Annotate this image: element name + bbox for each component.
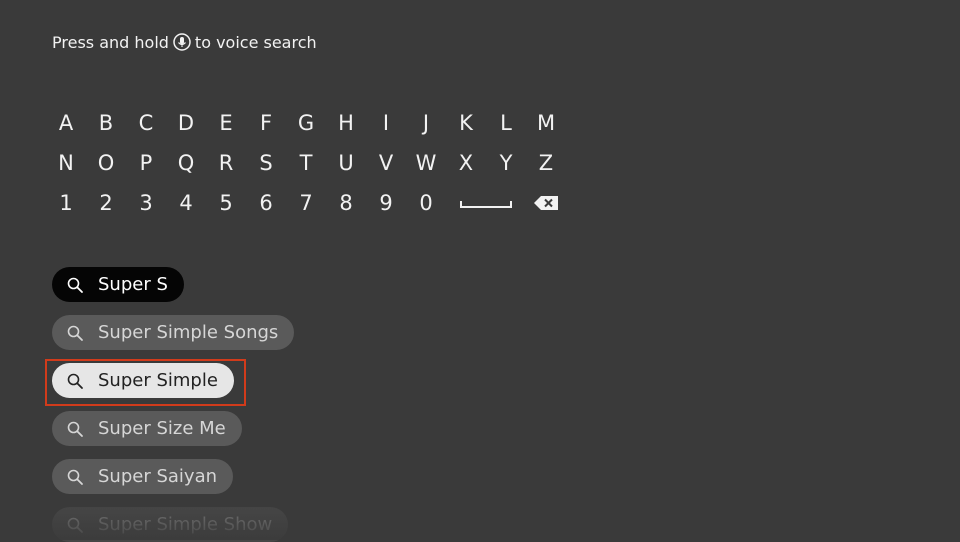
key-w[interactable]: W (406, 143, 446, 183)
suggestion-item[interactable]: Super Simple Songs (52, 315, 295, 350)
backspace-icon (534, 196, 558, 210)
key-t[interactable]: T (286, 143, 326, 183)
hint-text-before: Press and hold (52, 32, 169, 52)
suggestion-item[interactable]: Super Size Me (52, 411, 242, 446)
suggestion-label: Super Simple Songs (98, 322, 279, 343)
suggestion-item[interactable]: Super Saiyan (52, 459, 234, 494)
search-icon (66, 372, 84, 390)
key-6[interactable]: 6 (246, 183, 286, 223)
key-x[interactable]: X (446, 143, 486, 183)
key-e[interactable]: E (206, 103, 246, 143)
space-icon (460, 200, 512, 208)
suggestion-label: Super Size Me (98, 418, 226, 439)
key-j[interactable]: J (406, 103, 446, 143)
suggestion-label: Super Simple Show (98, 514, 273, 535)
search-query-pill[interactable]: Super S (52, 267, 184, 302)
space-key[interactable] (446, 183, 526, 223)
key-p[interactable]: P (126, 143, 166, 183)
suggestion-label: Super S (98, 274, 168, 295)
key-0[interactable]: 0 (406, 183, 446, 223)
keyboard-row: ABCDEFGHIJKLM (46, 103, 566, 143)
key-s[interactable]: S (246, 143, 286, 183)
key-i[interactable]: I (366, 103, 406, 143)
key-u[interactable]: U (326, 143, 366, 183)
backspace-key[interactable] (526, 183, 566, 223)
search-icon (66, 276, 84, 294)
keyboard-row: NOPQRSTUVWXYZ (46, 143, 566, 183)
search-icon (66, 420, 84, 438)
key-z[interactable]: Z (526, 143, 566, 183)
key-c[interactable]: C (126, 103, 166, 143)
key-n[interactable]: N (46, 143, 86, 183)
key-g[interactable]: G (286, 103, 326, 143)
hint-text-after: to voice search (194, 32, 317, 52)
search-icon (66, 324, 84, 342)
key-2[interactable]: 2 (86, 183, 126, 223)
key-9[interactable]: 9 (366, 183, 406, 223)
key-1[interactable]: 1 (46, 183, 86, 223)
key-3[interactable]: 3 (126, 183, 166, 223)
key-r[interactable]: R (206, 143, 246, 183)
keyboard-row: 1234567890 (46, 183, 566, 223)
key-m[interactable]: M (526, 103, 566, 143)
suggestion-item[interactable]: Super Simple (52, 363, 234, 398)
search-icon (66, 516, 84, 534)
key-o[interactable]: O (86, 143, 126, 183)
voice-search-hint: Press and hold to voice search (52, 31, 317, 53)
key-5[interactable]: 5 (206, 183, 246, 223)
suggestion-item[interactable]: Super Simple Show (52, 507, 289, 542)
key-f[interactable]: F (246, 103, 286, 143)
key-7[interactable]: 7 (286, 183, 326, 223)
key-a[interactable]: A (46, 103, 86, 143)
key-y[interactable]: Y (486, 143, 526, 183)
key-d[interactable]: D (166, 103, 206, 143)
key-k[interactable]: K (446, 103, 486, 143)
search-icon (66, 468, 84, 486)
key-h[interactable]: H (326, 103, 366, 143)
key-v[interactable]: V (366, 143, 406, 183)
key-4[interactable]: 4 (166, 183, 206, 223)
key-b[interactable]: B (86, 103, 126, 143)
key-q[interactable]: Q (166, 143, 206, 183)
onscreen-keyboard: ABCDEFGHIJKLMNOPQRSTUVWXYZ1234567890 (46, 103, 566, 223)
key-l[interactable]: L (486, 103, 526, 143)
suggestion-label: Super Simple (98, 370, 218, 391)
key-8[interactable]: 8 (326, 183, 366, 223)
mic-icon (173, 33, 191, 51)
suggestion-label: Super Saiyan (98, 466, 218, 487)
